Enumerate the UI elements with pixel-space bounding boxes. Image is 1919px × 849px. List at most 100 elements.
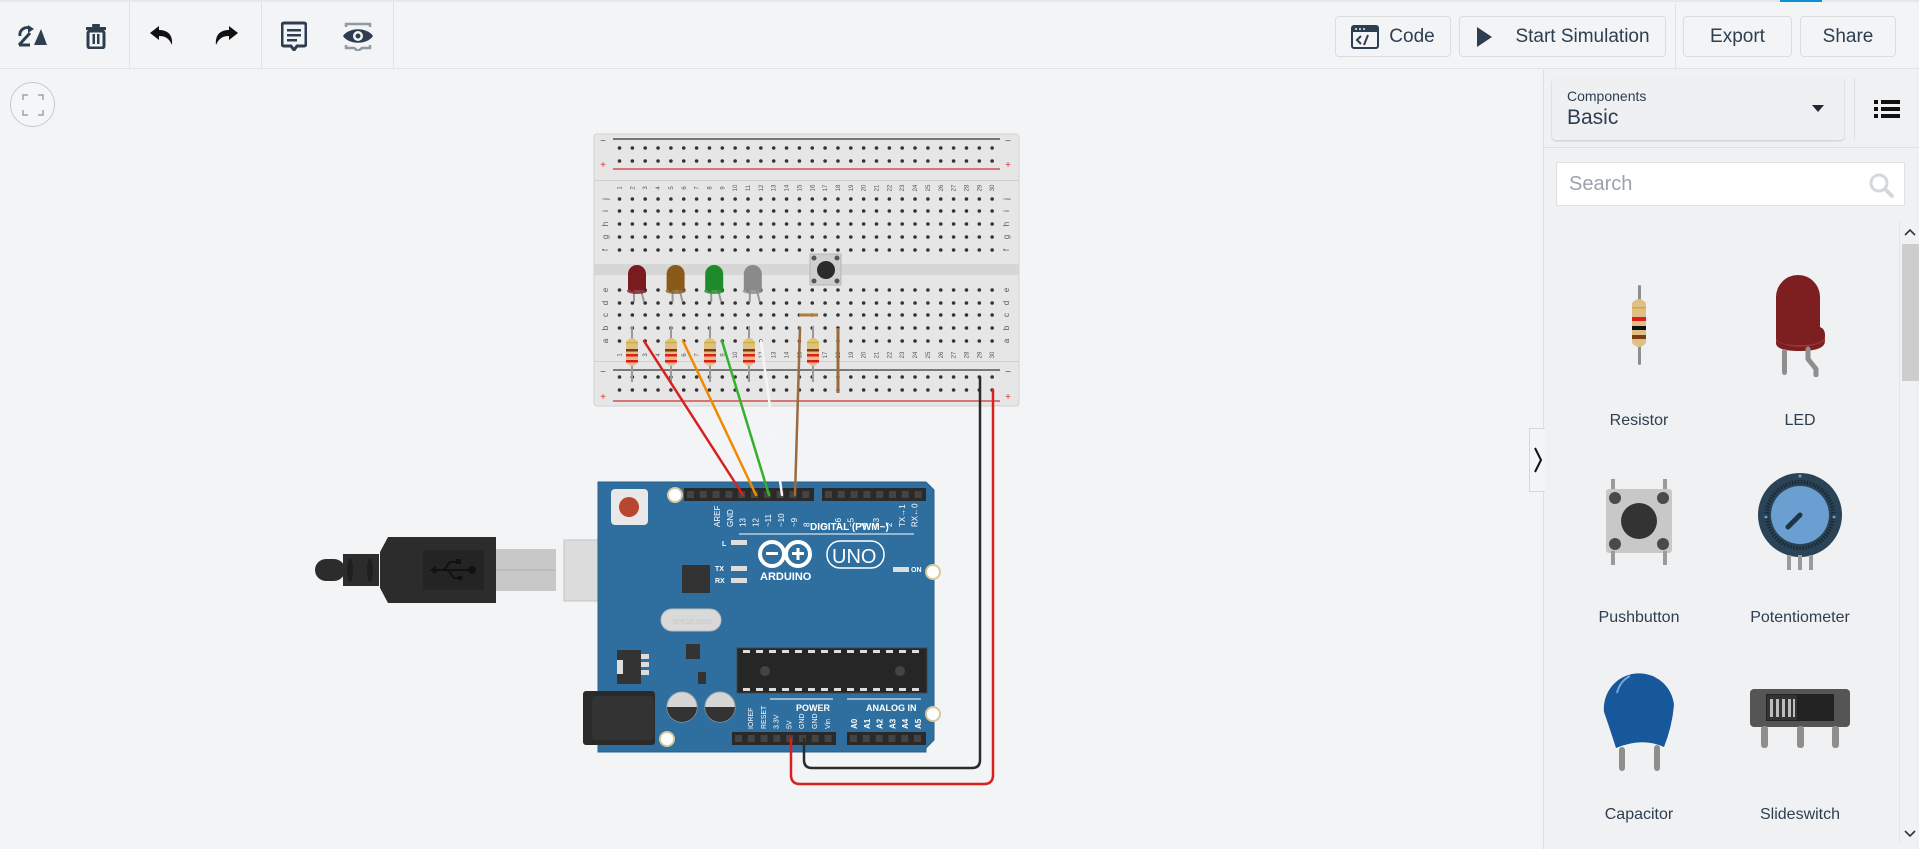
breadboard-hole <box>759 388 763 392</box>
breadboard-hole <box>797 301 802 305</box>
breadboard-hole <box>900 248 904 252</box>
breadboard-hole <box>836 159 840 163</box>
panel-toggle-button[interactable] <box>1529 428 1545 492</box>
breadboard-hole <box>823 375 827 379</box>
breadboard-hole <box>656 288 660 292</box>
component-resistor[interactable]: Resistor <box>1564 260 1714 430</box>
breadboard-hole <box>887 235 892 239</box>
breadboard-hole <box>900 375 904 379</box>
breadboard-hole <box>990 159 994 163</box>
breadboard-pushbutton[interactable] <box>809 253 842 286</box>
breadboard-hole <box>823 146 827 150</box>
breadboard-hole <box>887 197 892 201</box>
breadboard-hole <box>656 159 660 163</box>
breadboard-hole <box>720 222 725 226</box>
row-label: h <box>1002 222 1011 226</box>
breadboard-hole <box>874 313 879 317</box>
header-pin <box>712 491 720 498</box>
breadboard-hole <box>681 146 686 150</box>
panel-divider <box>1544 147 1919 148</box>
header-pin <box>901 491 909 498</box>
breadboard-hole <box>733 248 737 252</box>
list-view-button[interactable] <box>1854 78 1919 140</box>
breadboard-hole <box>938 339 943 343</box>
ic-pin <box>860 688 867 691</box>
breadboard-hole <box>913 339 917 343</box>
breadboard-hole <box>771 288 776 292</box>
breadboard-hole <box>669 146 673 150</box>
scroll-up-button[interactable] <box>1900 222 1919 242</box>
share-button[interactable]: Share <box>1800 16 1896 57</box>
component-label: Resistor <box>1609 412 1669 429</box>
ic-pin <box>808 688 815 691</box>
breadboard-hole <box>861 375 866 379</box>
components-scrollbar[interactable] <box>1899 222 1919 844</box>
breadboard-hole <box>784 375 789 379</box>
component-led[interactable]: LED <box>1725 260 1875 430</box>
breadboard-hole <box>938 209 943 213</box>
components-category-select[interactable]: Components Basic <box>1552 78 1844 140</box>
column-label: 25 <box>926 184 932 191</box>
breadboard-hole <box>746 159 750 163</box>
breadboard-hole <box>707 248 712 252</box>
breadboard-hole <box>951 146 956 150</box>
breadboard-hole <box>694 375 699 379</box>
breadboard-hole <box>926 248 930 252</box>
usb-cable[interactable] <box>315 537 601 603</box>
column-label: 24 <box>913 351 919 358</box>
breadboard-hole <box>784 313 789 317</box>
arduino-uno[interactable]: AREF GND 13 12 ~11 ~10 ~9 8 7 ~6 ~5 4 ~3 2 TX→1 RX←0 DI… <box>583 481 941 753</box>
ic-pin <box>821 650 828 653</box>
breadboard-hole <box>926 326 930 330</box>
search-input[interactable] <box>1557 172 1847 196</box>
breadboard-hole <box>733 209 737 213</box>
breadboard-hole <box>964 301 969 305</box>
breadboard-hole <box>951 339 956 343</box>
rail-label: − <box>1005 136 1011 147</box>
breadboard-hole <box>913 209 917 213</box>
breadboard-hole <box>938 146 943 150</box>
breadboard-hole <box>810 222 815 226</box>
scrollbar-thumb[interactable] <box>1902 244 1919 381</box>
component-capacitor[interactable]: Capacitor <box>1564 654 1714 824</box>
breadboard-hole <box>784 222 789 226</box>
header-pin <box>699 491 707 498</box>
column-label: 16 <box>810 184 816 191</box>
column-label: 21 <box>875 351 881 358</box>
component-pushbutton[interactable]: Pushbutton <box>1564 457 1714 627</box>
component-slideswitch[interactable]: Slideswitch <box>1725 654 1875 824</box>
breadboard-hole <box>951 159 956 163</box>
scroll-down-button[interactable] <box>1900 824 1919 844</box>
breadboard-hole <box>861 222 866 226</box>
breadboard-hole <box>951 197 956 201</box>
breadboard-hole <box>630 197 635 201</box>
column-label: 13 <box>772 184 778 191</box>
resistor-band <box>665 354 677 357</box>
breadboard-hole <box>836 301 840 305</box>
breadboard-hole <box>630 388 635 392</box>
breadboard-hole <box>861 209 866 213</box>
breadboard[interactable]: 1122334455667788991010111112121313141415… <box>593 133 1020 407</box>
column-label: 26 <box>939 351 945 358</box>
export-button[interactable]: Export <box>1683 16 1792 57</box>
breadboard-hole <box>887 388 892 392</box>
breadboard-hole <box>861 248 866 252</box>
row-label: a <box>1002 338 1011 343</box>
breadboard-hole <box>784 388 789 392</box>
breadboard-hole <box>977 159 982 163</box>
breadboard-hole <box>913 146 917 150</box>
component-potentiometer[interactable]: Potentiometer <box>1725 457 1875 627</box>
breadboard-hole <box>669 197 673 201</box>
ic-pin <box>912 688 919 691</box>
search-icon[interactable] <box>1868 172 1894 198</box>
led-icon <box>1776 275 1825 377</box>
breadboard-hole <box>990 288 994 292</box>
resistor-band <box>807 349 819 352</box>
breadboard-hole <box>900 339 904 343</box>
svg-text:ON: ON <box>911 567 922 574</box>
breadboard-hole <box>977 197 982 201</box>
breadboard-hole <box>861 288 866 292</box>
header-pin <box>825 491 832 498</box>
ic-pin <box>886 650 893 653</box>
breadboard-hole <box>926 313 930 317</box>
